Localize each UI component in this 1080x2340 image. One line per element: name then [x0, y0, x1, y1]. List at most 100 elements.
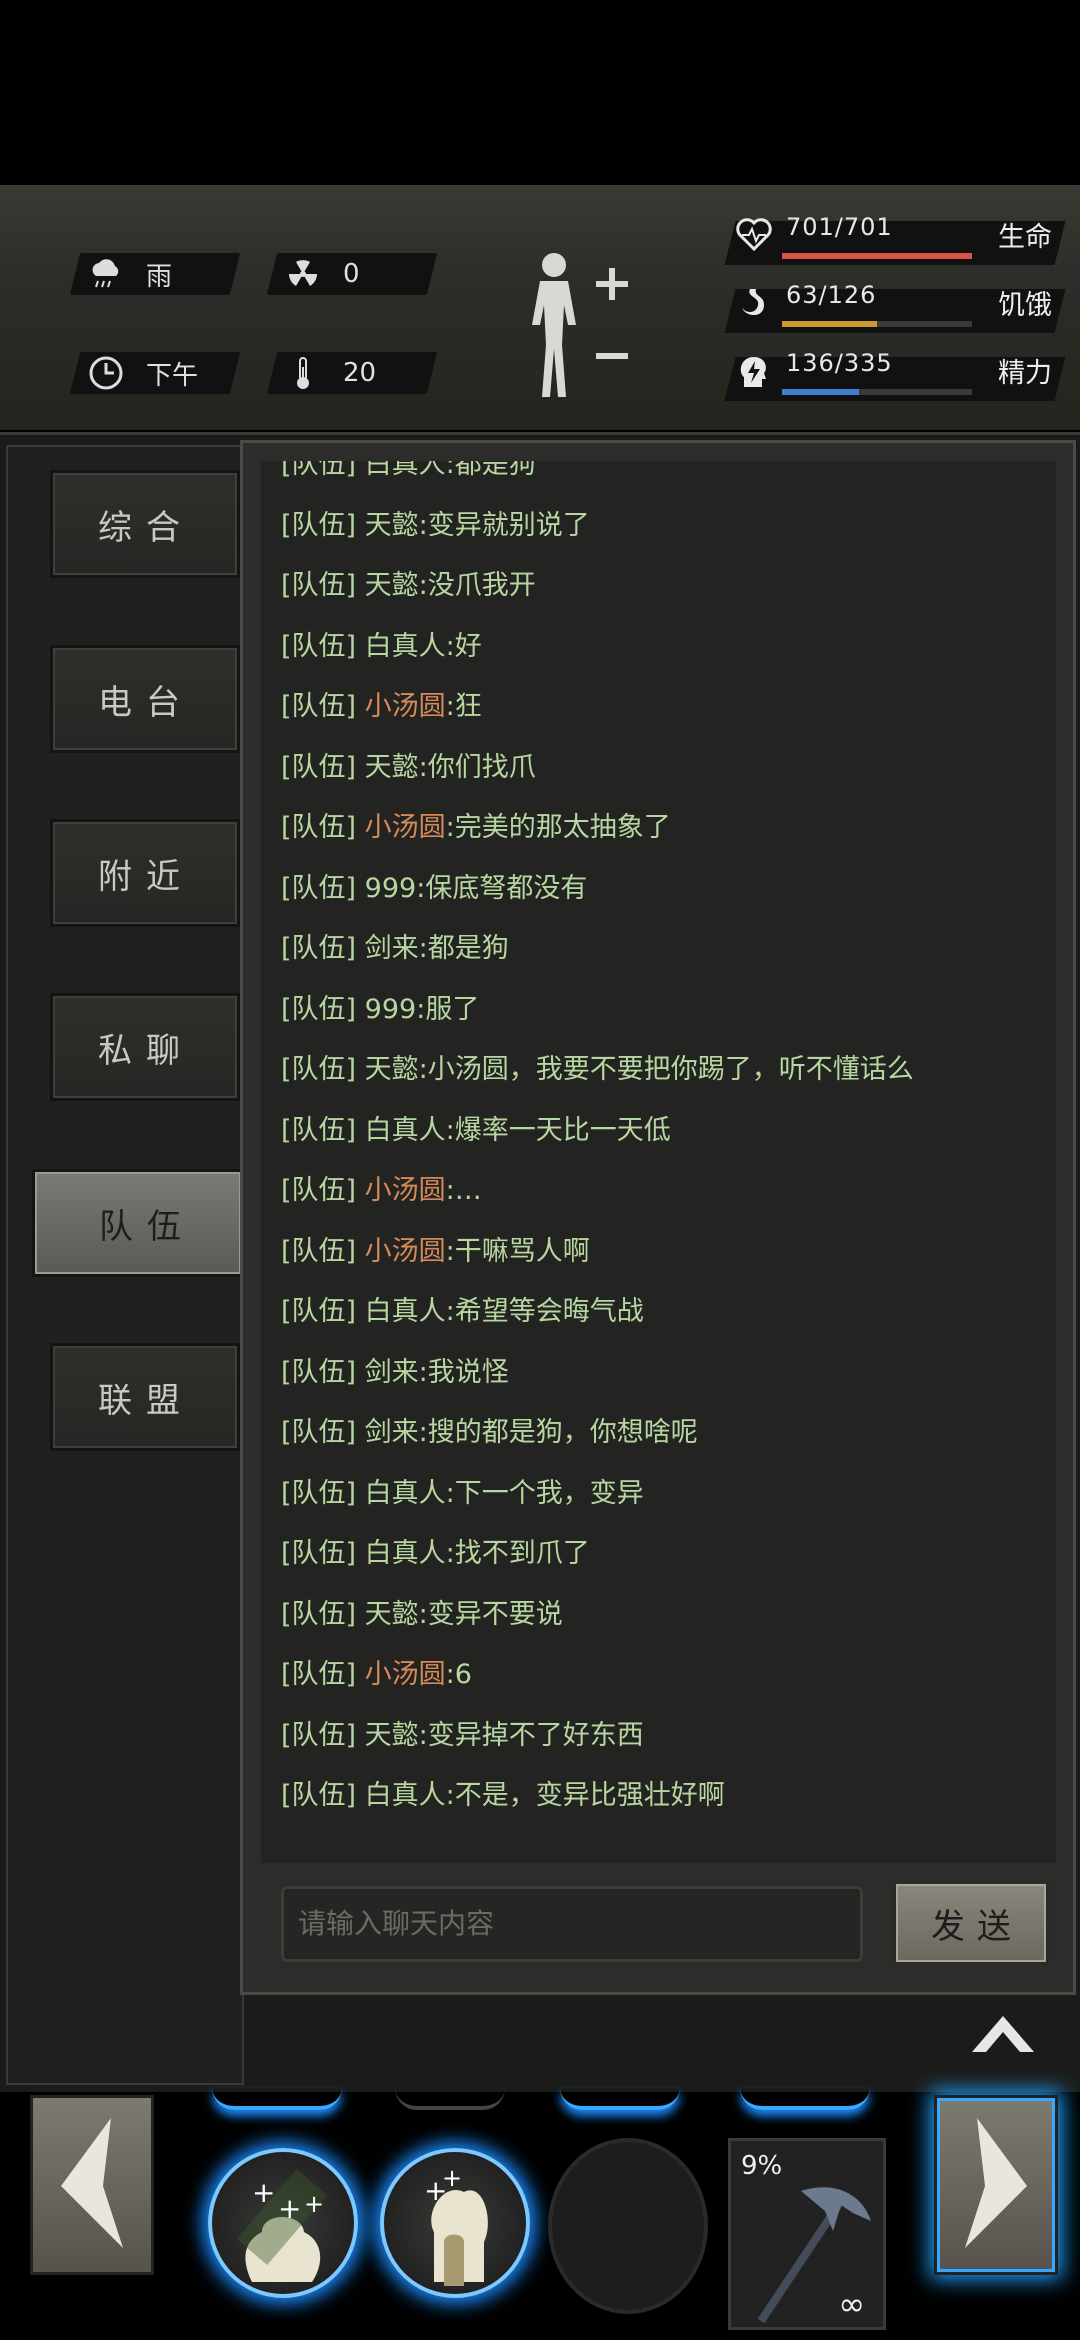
- channel-tag: [队伍]: [281, 1235, 357, 1267]
- sender-name[interactable]: 小汤圆: [365, 1175, 446, 1206]
- thermometer-icon: [285, 355, 321, 391]
- sender-name[interactable]: 999: [365, 994, 417, 1025]
- tab-alliance[interactable]: 联盟: [50, 1343, 240, 1451]
- health-bar: [782, 253, 972, 259]
- channel-tag: [队伍]: [281, 1719, 357, 1751]
- message-text: :变异就别说了: [418, 509, 590, 541]
- message-text: :好: [445, 630, 482, 662]
- chat-message: [队伍] 天懿:你们找爪: [281, 738, 536, 798]
- health-stat: 701/701 生命: [724, 213, 1070, 269]
- tab-team[interactable]: 队伍: [32, 1169, 244, 1277]
- sender-name[interactable]: 白真人: [365, 1538, 446, 1569]
- body-status-button[interactable]: [520, 245, 640, 405]
- hotbar-next-button[interactable]: [934, 2095, 1058, 2275]
- channel-tag: [队伍]: [281, 1054, 357, 1085]
- sender-name[interactable]: 白真人: [365, 1115, 446, 1146]
- svg-text:+: +: [442, 2164, 462, 2192]
- chat-message: [队伍] 剑来:都是狗: [281, 919, 509, 979]
- channel-tag: [队伍]: [281, 1538, 357, 1569]
- tab-private[interactable]: 私聊: [50, 993, 240, 1101]
- health-label: 生命: [998, 222, 1052, 253]
- tab-general[interactable]: 综合: [50, 470, 240, 578]
- svg-text:+: +: [304, 2190, 324, 2218]
- send-button[interactable]: 发送: [893, 1881, 1049, 1965]
- channel-tag: [队伍]: [281, 933, 357, 964]
- sender-name[interactable]: 999: [365, 873, 417, 904]
- message-text: :…: [445, 1175, 482, 1206]
- message-text: :变异掉不了好东西: [418, 1719, 644, 1751]
- sender-name[interactable]: 剑来: [365, 1417, 419, 1448]
- sender-name[interactable]: 小汤圆: [365, 812, 446, 843]
- sender-name[interactable]: 小汤圆: [365, 691, 446, 722]
- chat-message: [队伍] 999:保底弩都没有: [281, 859, 587, 919]
- sender-name[interactable]: 天懿: [365, 570, 419, 601]
- chat-message: [队伍] 白真人:下一个我，变异: [281, 1464, 644, 1524]
- chat-message: [队伍] 白真人:都是狗: [281, 461, 536, 495]
- energy-label: 精力: [998, 358, 1052, 389]
- chat-message: [队伍] 白真人:找不到爪了: [281, 1524, 590, 1584]
- clock-icon: [88, 355, 124, 391]
- chat-message: [队伍] 天懿:没爪我开: [281, 556, 536, 616]
- medkit-slot[interactable]: + + +: [208, 2148, 358, 2298]
- message-text: :狂: [445, 691, 482, 722]
- chat-message: [队伍] 白真人:希望等会晦气战: [281, 1282, 644, 1342]
- message-list[interactable]: [队伍] 白真人:都是狗 [队伍] 天懿:变异就别说了 [队伍] 天懿:没爪我开 [队…: [261, 461, 1056, 1863]
- message-text: :都是狗: [418, 933, 509, 964]
- message-text: :不是，变异比强壮好啊: [445, 1780, 725, 1811]
- channel-tag: [队伍]: [281, 1598, 357, 1630]
- channel-tag: [队伍]: [281, 570, 357, 601]
- temperature-value: 20: [343, 358, 377, 388]
- hotbar-slot-top: [560, 2088, 680, 2110]
- channel-tag: [队伍]: [281, 1114, 357, 1146]
- message-text: :保底弩都没有: [416, 872, 588, 904]
- chat-message: [队伍] 小汤圆:6: [281, 1645, 472, 1705]
- sender-name[interactable]: 小汤圆: [365, 1236, 446, 1267]
- arrow-left-icon: [61, 2118, 123, 2248]
- sender-name[interactable]: 白真人: [365, 461, 446, 480]
- hunger-bar: [782, 321, 877, 327]
- sender-name[interactable]: 白真人: [365, 1296, 446, 1327]
- hotbar-slot-top: [395, 2088, 505, 2110]
- channel-tag: [队伍]: [281, 993, 357, 1025]
- channel-tag: [队伍]: [281, 461, 357, 480]
- sender-name[interactable]: 天懿: [365, 752, 419, 783]
- sender-name[interactable]: 小汤圆: [365, 1659, 446, 1690]
- message-text: :下一个我，变异: [445, 1477, 644, 1509]
- stomach-icon: [734, 283, 778, 327]
- sender-name[interactable]: 剑来: [365, 933, 419, 964]
- weapon-ammo: ∞: [838, 2285, 865, 2323]
- chat-input[interactable]: 请输入聊天内容: [281, 1886, 863, 1962]
- arrow-right-icon: [965, 2118, 1027, 2248]
- empty-slot[interactable]: [548, 2138, 708, 2314]
- chat-message: [队伍] 小汤圆:完美的那太抽象了: [281, 798, 671, 858]
- message-text: :服了: [416, 993, 480, 1025]
- tab-nearby[interactable]: 附近: [50, 819, 240, 927]
- sender-name[interactable]: 白真人: [365, 1780, 446, 1811]
- collapse-chevron-icon[interactable]: [968, 2008, 1038, 2058]
- message-text: :干嘛骂人啊: [445, 1235, 590, 1267]
- channel-tag: [队伍]: [281, 872, 357, 904]
- channel-tag: [队伍]: [281, 630, 357, 662]
- medicine-slot[interactable]: + +: [380, 2148, 530, 2298]
- sender-name[interactable]: 天懿: [365, 510, 419, 541]
- hotbar-prev-button[interactable]: [30, 2095, 154, 2275]
- sender-name[interactable]: 天懿: [365, 1599, 419, 1630]
- message-text: :我说怪: [418, 1356, 509, 1388]
- sender-name[interactable]: 天懿: [365, 1054, 419, 1085]
- svg-text:+: +: [252, 2176, 275, 2209]
- message-text: :6: [445, 1659, 472, 1690]
- rain-cloud-icon: [88, 256, 124, 292]
- sender-name[interactable]: 天懿: [365, 1720, 419, 1751]
- sender-name[interactable]: 白真人: [365, 1478, 446, 1509]
- heal-person-icon: + +: [424, 2164, 488, 2286]
- sender-name[interactable]: 白真人: [365, 631, 446, 662]
- channel-tag: [队伍]: [281, 691, 357, 722]
- weapon-slot[interactable]: 9% ∞: [728, 2138, 886, 2330]
- radiation-value: 0: [343, 259, 360, 289]
- svg-text:+: +: [278, 2192, 301, 2225]
- energy-bar: [782, 389, 860, 395]
- chat-panel: [队伍] 白真人:都是狗 [队伍] 天懿:变异就别说了 [队伍] 天懿:没爪我开 [队…: [240, 440, 1076, 1995]
- sender-name[interactable]: 剑来: [365, 1357, 419, 1388]
- channel-tag: [队伍]: [281, 1296, 357, 1327]
- tab-radio[interactable]: 电台: [50, 645, 240, 753]
